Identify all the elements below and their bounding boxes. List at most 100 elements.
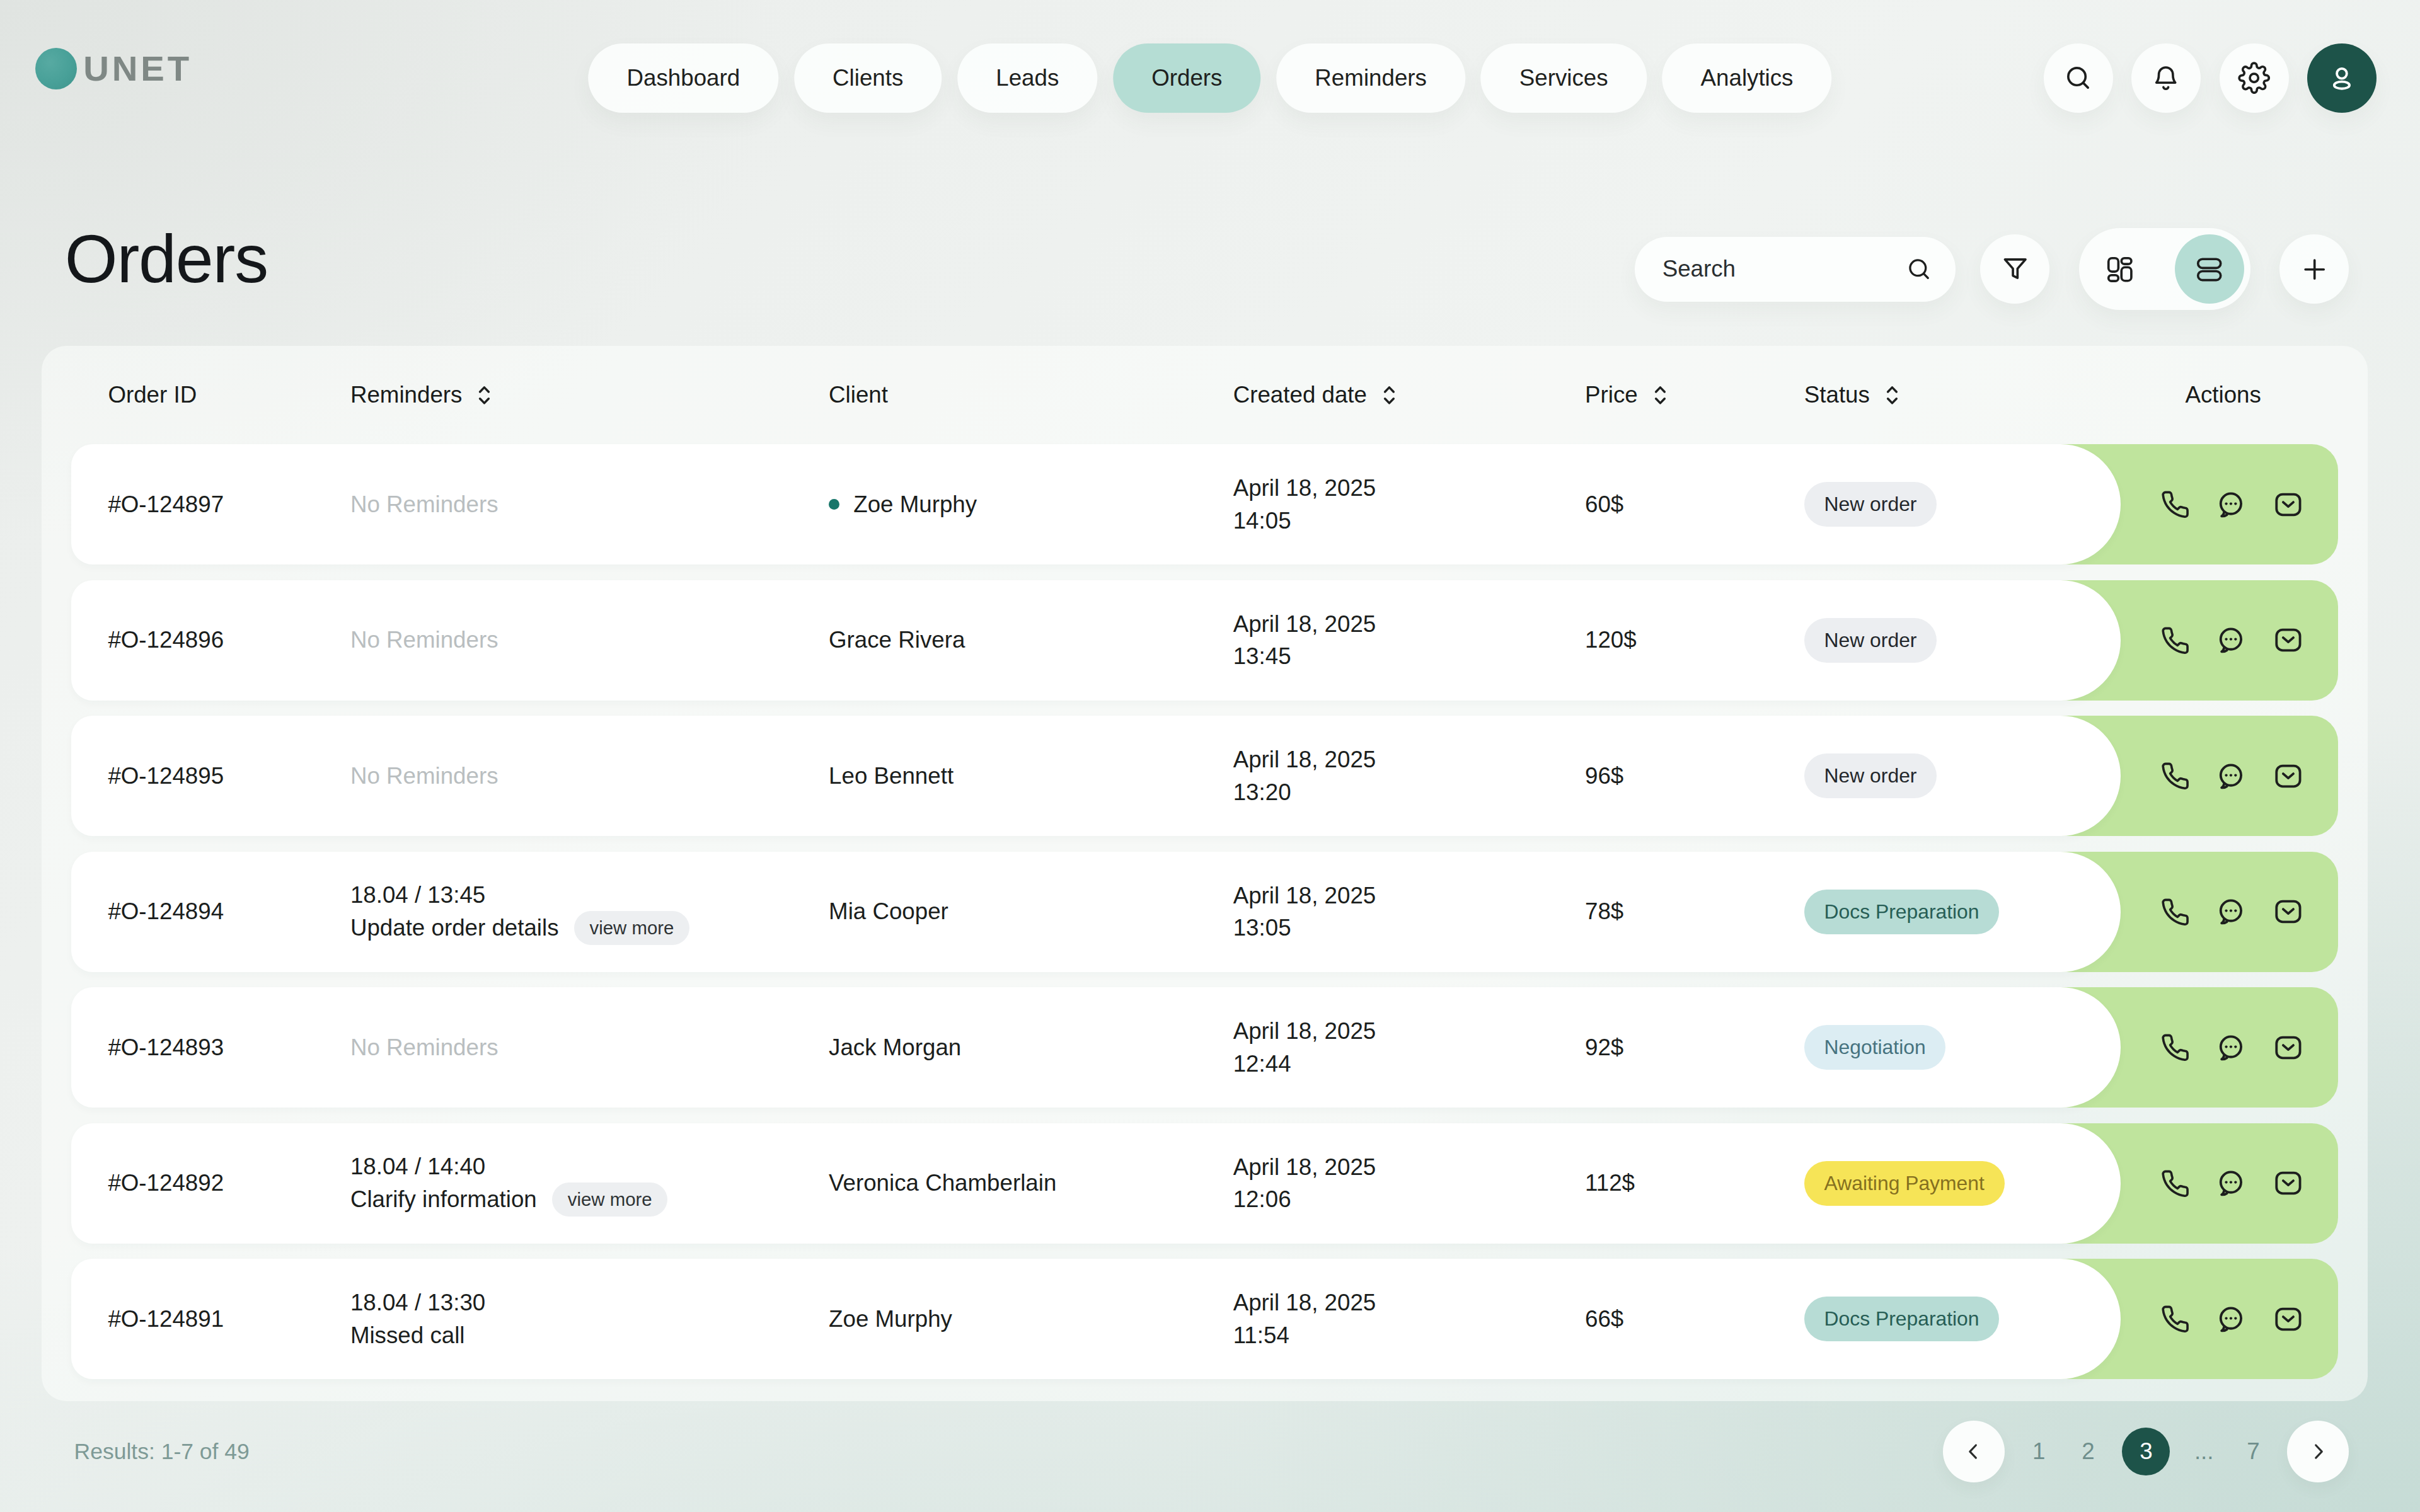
created-date: April 18, 2025 bbox=[1233, 608, 1585, 640]
created-date: April 18, 2025 bbox=[1233, 743, 1585, 776]
view-more-button[interactable]: view more bbox=[574, 911, 689, 945]
client-cell: Grace Rivera bbox=[829, 627, 1233, 653]
call-button[interactable] bbox=[2158, 624, 2191, 656]
created-time: 13:45 bbox=[1233, 640, 1585, 672]
order-id: #O-124894 bbox=[108, 898, 350, 925]
page-7[interactable]: 7 bbox=[2238, 1438, 2269, 1465]
table-row: #O-124893 No Reminders Jack Morgan April… bbox=[71, 987, 2339, 1108]
email-button[interactable] bbox=[2271, 1302, 2305, 1336]
order-id: #O-124891 bbox=[108, 1306, 350, 1332]
search-button[interactable] bbox=[2044, 43, 2113, 113]
created-date-cell: April 18, 202511:54 bbox=[1233, 1286, 1585, 1351]
chat-button[interactable] bbox=[2214, 759, 2248, 793]
settings-button[interactable] bbox=[2220, 43, 2289, 113]
prev-page-button[interactable] bbox=[1943, 1421, 2005, 1482]
nav-item-analytics[interactable]: Analytics bbox=[1662, 43, 1831, 113]
nav-item-reminders[interactable]: Reminders bbox=[1276, 43, 1465, 113]
email-button[interactable] bbox=[2271, 1166, 2305, 1200]
call-button[interactable] bbox=[2158, 760, 2191, 792]
created-date-cell: April 18, 202513:45 bbox=[1233, 608, 1585, 673]
price-cell: 78$ bbox=[1585, 898, 1804, 925]
filter-button[interactable] bbox=[1980, 234, 2049, 304]
online-dot bbox=[829, 499, 839, 510]
sort-icon[interactable] bbox=[1652, 384, 1669, 407]
order-row[interactable]: #O-124897 No Reminders Zoe Murphy April … bbox=[71, 444, 2121, 564]
call-button[interactable] bbox=[2158, 1167, 2191, 1200]
order-id: #O-124893 bbox=[108, 1034, 350, 1061]
toolbar bbox=[1635, 228, 2349, 310]
search-field[interactable] bbox=[1635, 237, 1956, 302]
chat-button[interactable] bbox=[2214, 1166, 2248, 1200]
page-1[interactable]: 1 bbox=[2024, 1438, 2054, 1465]
notifications-button[interactable] bbox=[2131, 43, 2201, 113]
funnel-icon bbox=[1999, 253, 2031, 285]
order-row[interactable]: #O-124896 No Reminders Grace Rivera Apri… bbox=[71, 580, 2121, 701]
order-row[interactable]: #O-124894 18.04 / 13:45 Update order det… bbox=[71, 852, 2121, 972]
status-badge: Docs Preparation bbox=[1804, 890, 2000, 934]
chat-button[interactable] bbox=[2214, 623, 2248, 657]
client-cell: Jack Morgan bbox=[829, 1034, 1233, 1061]
order-id: #O-124892 bbox=[108, 1170, 350, 1196]
search-input[interactable] bbox=[1662, 256, 1905, 282]
order-row[interactable]: #O-124895 No Reminders Leo Bennett April… bbox=[71, 716, 2121, 836]
email-button[interactable] bbox=[2271, 623, 2305, 657]
table-header: Order IDRemindersClientCreated datePrice… bbox=[42, 346, 2368, 445]
add-order-button[interactable] bbox=[2279, 234, 2349, 304]
no-reminders-label: No Reminders bbox=[350, 491, 498, 517]
call-button[interactable] bbox=[2158, 488, 2191, 520]
nav-item-orders[interactable]: Orders bbox=[1113, 43, 1261, 113]
brand-logo[interactable]: UNET bbox=[35, 48, 192, 89]
call-button[interactable] bbox=[2158, 896, 2191, 928]
sort-icon[interactable] bbox=[1884, 384, 1901, 407]
chat-button[interactable] bbox=[2214, 1031, 2248, 1065]
client-cell: Leo Bennett bbox=[829, 763, 1233, 789]
nav-item-clients[interactable]: Clients bbox=[794, 43, 942, 113]
reminder-note: Clarify information bbox=[350, 1183, 537, 1215]
email-button[interactable] bbox=[2271, 895, 2305, 929]
created-date: April 18, 2025 bbox=[1233, 1015, 1585, 1047]
created-time: 11:54 bbox=[1233, 1319, 1585, 1351]
email-button[interactable] bbox=[2271, 759, 2305, 793]
created-time: 12:06 bbox=[1233, 1183, 1585, 1215]
orders-page: UNET DashboardClientsLeadsOrdersReminder… bbox=[0, 0, 2420, 1512]
reminder-cell: 18.04 / 13:30 Missed call bbox=[350, 1286, 829, 1351]
logo-icon bbox=[35, 48, 77, 89]
main-nav: DashboardClientsLeadsOrdersRemindersServ… bbox=[588, 43, 1831, 113]
page-2[interactable]: 2 bbox=[2073, 1438, 2104, 1465]
profile-avatar[interactable] bbox=[2307, 43, 2377, 113]
sort-icon[interactable] bbox=[1381, 384, 1398, 407]
column-header-client: Client bbox=[829, 382, 1233, 408]
no-reminders-label: No Reminders bbox=[350, 1034, 498, 1060]
order-row[interactable]: #O-124891 18.04 / 13:30 Missed call Zoe … bbox=[71, 1259, 2121, 1379]
chat-button[interactable] bbox=[2214, 1302, 2248, 1336]
next-page-button[interactable] bbox=[2287, 1421, 2349, 1482]
nav-item-leads[interactable]: Leads bbox=[957, 43, 1097, 113]
no-reminders-label: No Reminders bbox=[350, 627, 498, 653]
created-time: 13:05 bbox=[1233, 912, 1585, 944]
order-row[interactable]: #O-124892 18.04 / 14:40 Clarify informat… bbox=[71, 1123, 2121, 1244]
order-row[interactable]: #O-124893 No Reminders Jack Morgan April… bbox=[71, 987, 2121, 1108]
nav-item-services[interactable]: Services bbox=[1481, 43, 1647, 113]
reminder-cell: No Reminders bbox=[350, 1034, 829, 1061]
page-3[interactable]: 3 bbox=[2122, 1428, 2170, 1476]
nav-item-dashboard[interactable]: Dashboard bbox=[588, 43, 778, 113]
grid-view-button[interactable] bbox=[2085, 234, 2155, 304]
created-date: April 18, 2025 bbox=[1233, 472, 1585, 504]
created-date-cell: April 18, 202513:05 bbox=[1233, 879, 1585, 944]
brand-name: UNET bbox=[83, 48, 192, 89]
client-name: Mia Cooper bbox=[829, 898, 948, 925]
created-date: April 18, 2025 bbox=[1233, 1286, 1585, 1319]
reminder-cell: No Reminders bbox=[350, 491, 829, 518]
sort-icon[interactable] bbox=[476, 384, 493, 407]
list-view-button[interactable] bbox=[2175, 234, 2244, 304]
email-button[interactable] bbox=[2271, 488, 2305, 522]
chat-button[interactable] bbox=[2214, 488, 2248, 522]
email-button[interactable] bbox=[2271, 1031, 2305, 1065]
page-head: Orders bbox=[0, 226, 2420, 300]
price-cell: 112$ bbox=[1585, 1170, 1804, 1196]
pagination-ellipsis: ... bbox=[2189, 1438, 2220, 1465]
call-button[interactable] bbox=[2158, 1031, 2191, 1063]
call-button[interactable] bbox=[2158, 1303, 2191, 1335]
chat-button[interactable] bbox=[2214, 895, 2248, 929]
view-more-button[interactable]: view more bbox=[552, 1183, 667, 1217]
